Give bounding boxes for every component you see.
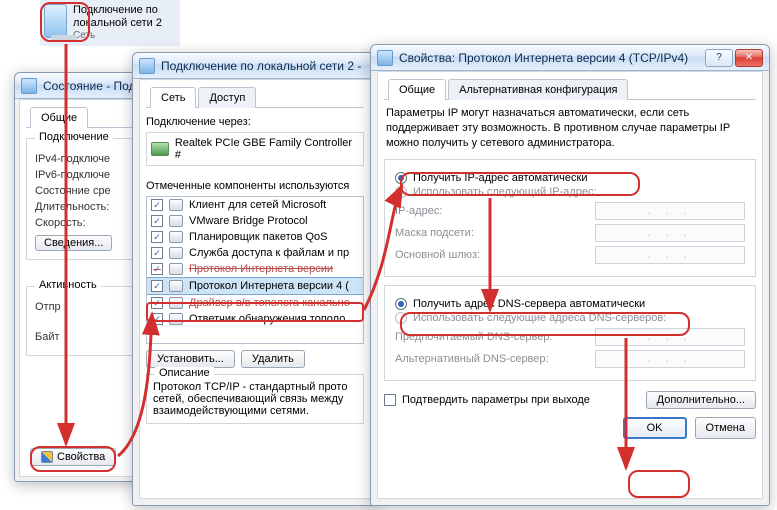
intro-text: Параметры IP могут назначаться автоматич…: [386, 106, 754, 151]
list-item[interactable]: ✓Клиент для сетей Microsoft: [147, 197, 363, 213]
nic-subtitle: Сеть: [73, 30, 176, 42]
label-dns1: Предпочитаемый DNS-сервер:: [395, 331, 552, 343]
advanced-button[interactable]: Дополнительно...: [646, 391, 756, 409]
label-media: Состояние сре: [35, 185, 135, 197]
label-gateway: Основной шлюз:: [395, 249, 480, 261]
label-mask: Маска подсети:: [395, 227, 474, 239]
list-item[interactable]: ✓VMware Bridge Protocol: [147, 213, 363, 229]
label-dns2: Альтернативный DNS-сервер:: [395, 353, 549, 365]
component-list[interactable]: ✓Клиент для сетей Microsoft ✓VMware Brid…: [146, 196, 364, 344]
label-sent: Отпр: [35, 301, 135, 313]
dns2-input: . . .: [595, 350, 745, 368]
window-title: Свойства: Протокол Интернета версии 4 (T…: [399, 51, 688, 65]
window-title: Состояние - Под: [43, 79, 136, 93]
label-duration: Длительность:: [35, 201, 135, 213]
nic-title: Подключение по локальной сети 2: [73, 4, 176, 30]
radio-icon: [395, 298, 407, 310]
radio-ip-manual[interactable]: Использовать следующий IP-адрес:: [395, 186, 745, 198]
mask-input: . . .: [595, 224, 745, 242]
label-ip: IP-адрес:: [395, 205, 442, 217]
list-item[interactable]: ✓Служба доступа к файлам и пр: [147, 245, 363, 261]
dns-fieldset: Получить адрес DNS-сервера автоматически…: [384, 285, 756, 381]
tcpip-properties-window: Свойства: Протокол Интернета версии 4 (T…: [370, 44, 770, 506]
label-components: Отмеченные компоненты используются: [146, 180, 364, 192]
shield-icon: [41, 451, 53, 463]
properties-button[interactable]: Свойства: [30, 448, 116, 466]
radio-dns-manual[interactable]: Использовать следующие адреса DNS-сервер…: [395, 312, 745, 324]
window-icon: [139, 58, 155, 74]
checkbox-icon: [384, 394, 396, 406]
group-activity: Активность: [35, 279, 101, 291]
group-connection: Подключение: [35, 131, 113, 143]
description-label: Описание: [155, 367, 214, 379]
label-ipv4: IPv4-подключе: [35, 153, 135, 165]
list-item[interactable]: ✓Протокол Интернета версии: [147, 261, 363, 277]
list-item[interactable]: ✓Планировщик пакетов QoS: [147, 229, 363, 245]
list-item[interactable]: ✓Ответчик обнаружения тополо: [147, 311, 363, 327]
adapter-properties-window: Подключение по локальной сети 2 - Сеть Д…: [132, 52, 378, 506]
radio-icon: [395, 186, 407, 198]
radio-icon: [395, 312, 407, 324]
dns1-input: . . .: [595, 328, 745, 346]
description-text: Протокол TCP/IP - стандартный прото сете…: [153, 381, 357, 417]
radio-dns-auto[interactable]: Получить адрес DNS-сервера автоматически: [395, 298, 745, 310]
validate-label: Подтвердить параметры при выходе: [402, 394, 590, 406]
help-button[interactable]: ?: [705, 49, 733, 67]
window-icon: [377, 50, 393, 66]
window-icon: [21, 78, 37, 94]
label-ipv6: IPv6-подключе: [35, 169, 135, 181]
radio-icon: [395, 172, 407, 184]
radio-ip-auto[interactable]: Получить IP-адрес автоматически: [395, 172, 745, 184]
properties-label: Свойства: [57, 451, 105, 463]
remove-button[interactable]: Удалить: [241, 350, 305, 368]
tab-general[interactable]: Общие: [30, 107, 88, 128]
ip-fieldset: Получить IP-адрес автоматически Использо…: [384, 159, 756, 277]
adapter-name: Realtek PCIe GBE Family Controller #: [175, 137, 359, 161]
cancel-button[interactable]: Отмена: [695, 417, 756, 439]
validate-row[interactable]: Подтвердить параметры при выходе Дополни…: [384, 391, 756, 409]
adapter-row[interactable]: Realtek PCIe GBE Family Controller #: [146, 132, 364, 166]
label-connect-through: Подключение через:: [146, 116, 364, 128]
nic-desktop-icon[interactable]: Подключение по локальной сети 2 Сеть: [40, 0, 180, 46]
window-title: Подключение по локальной сети 2 -: [161, 59, 361, 73]
list-item[interactable]: ✓Драйвер в/в тополога канально: [147, 295, 363, 311]
tab-altconfig[interactable]: Альтернативная конфигурация: [448, 79, 628, 100]
label-speed: Скорость:: [35, 217, 135, 229]
tab-general[interactable]: Общие: [388, 79, 446, 100]
ip-input: . . .: [595, 202, 745, 220]
tab-network[interactable]: Сеть: [150, 87, 196, 108]
gateway-input: . . .: [595, 246, 745, 264]
tab-access[interactable]: Доступ: [198, 87, 256, 108]
ok-button[interactable]: OK: [623, 417, 687, 439]
install-button[interactable]: Установить...: [146, 350, 235, 368]
nic-chip-icon: [151, 142, 169, 156]
description-group: Описание Протокол TCP/IP - стандартный п…: [146, 374, 364, 424]
label-bytes: Байт: [35, 331, 135, 343]
details-button[interactable]: Сведения...: [35, 235, 112, 251]
close-button[interactable]: ✕: [735, 49, 763, 67]
list-item-tcpip4[interactable]: ✓Протокол Интернета версии 4 (: [147, 277, 363, 295]
nic-icon: [44, 4, 67, 38]
